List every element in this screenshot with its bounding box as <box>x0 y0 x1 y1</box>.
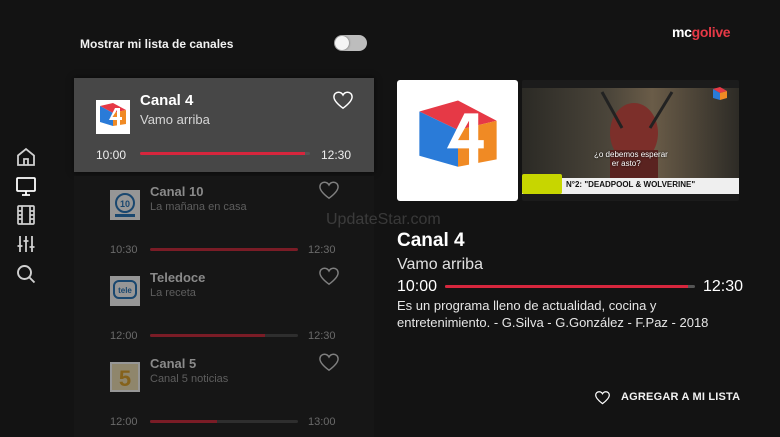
svg-text:tele: tele <box>118 286 132 295</box>
my-channels-toggle[interactable] <box>334 35 367 51</box>
channel-program: Vamo arriba <box>140 112 210 127</box>
program-progress-bar <box>150 334 298 337</box>
heart-icon[interactable] <box>318 180 340 200</box>
program-end-time: 12:30 <box>308 244 336 256</box>
channel-card[interactable]: Canal 4 Vamo arriba 10:00 12:30 <box>74 78 374 172</box>
heart-icon[interactable] <box>318 266 340 286</box>
channel-card[interactable]: tele Teledoce La receta 12:00 12:30 <box>74 262 374 356</box>
canal-4-logo <box>96 100 130 134</box>
channel-logo-large <box>397 80 518 201</box>
teledoce-logo: tele <box>110 276 140 306</box>
program-progress-bar <box>150 420 298 423</box>
add-to-list-label: AGREGAR A MI LISTA <box>621 391 741 403</box>
program-start-time: 12:00 <box>110 416 138 428</box>
channel-name: Teledoce <box>150 270 206 285</box>
progress-fill <box>150 334 266 337</box>
detail-progress-bar <box>445 285 695 288</box>
program-start-time: 10:30 <box>110 244 138 256</box>
program-start-time: 10:00 <box>96 148 127 162</box>
program-end-time: 12:30 <box>321 148 352 162</box>
preview-ticker-text: N°2: "DEADPOOL & WOLVERINE" <box>566 180 696 189</box>
canal-4-watermark-icon <box>712 86 728 102</box>
brand-logo: mcgolive <box>672 24 731 40</box>
heart-icon[interactable] <box>318 352 340 372</box>
canal-5-logo: 5 <box>110 362 140 392</box>
detail-program-name: Vamo arriba <box>397 256 483 273</box>
detail-progress-fill <box>445 285 688 288</box>
home-icon[interactable] <box>14 145 38 169</box>
channel-list: Canal 4 Vamo arriba 10:00 12:30 10 Canal… <box>74 78 374 437</box>
progress-fill <box>150 248 298 251</box>
progress-fill <box>140 152 305 155</box>
add-to-list-button[interactable]: AGREGAR A MI LISTA <box>594 387 740 407</box>
detail-start-time: 10:00 <box>397 278 438 295</box>
program-end-time: 12:30 <box>308 330 336 342</box>
svg-text:5: 5 <box>119 366 131 391</box>
sidebar-nav <box>0 0 52 437</box>
program-start-time: 12:00 <box>110 330 138 342</box>
brand-prefix: mc <box>672 24 692 40</box>
live-preview[interactable]: ¿o debemos esperar er asto? N°2: "DEADPO… <box>522 80 739 201</box>
preview-caption: ¿o debemos esperar er asto? <box>594 150 668 168</box>
watermark: UpdateStar.com <box>326 211 441 228</box>
film-icon[interactable] <box>14 203 38 227</box>
svg-text:10: 10 <box>120 199 130 209</box>
program-description: Es un programa lleno de actualidad, coci… <box>397 298 709 330</box>
program-progress-bar <box>150 248 298 251</box>
program-end-time: 13:00 <box>308 416 336 428</box>
toggle-knob <box>335 36 349 50</box>
detail-channel-name: Canal 4 <box>397 230 465 251</box>
canal-10-logo: 10 <box>110 190 140 220</box>
progress-fill <box>150 420 217 423</box>
channel-name: Canal 10 <box>150 184 204 199</box>
channel-program: La receta <box>150 287 196 299</box>
brand-suffix: golive <box>691 24 731 40</box>
channel-program: La mañana en casa <box>150 201 247 213</box>
sliders-icon[interactable] <box>14 232 38 256</box>
channel-name: Canal 4 <box>140 92 194 109</box>
detail-end-time: 12:30 <box>703 278 744 295</box>
preview-badge <box>522 174 562 194</box>
heart-icon <box>595 390 610 404</box>
tv-icon[interactable] <box>14 174 38 198</box>
search-icon[interactable] <box>14 262 38 286</box>
channel-card[interactable]: 5 Canal 5 Canal 5 noticias 12:00 13:00 <box>74 348 374 437</box>
toggle-label: Mostrar mi lista de canales <box>80 37 234 51</box>
program-progress-bar <box>140 152 310 155</box>
channel-program: Canal 5 noticias <box>150 373 229 385</box>
channel-name: Canal 5 <box>150 356 197 371</box>
heart-icon[interactable] <box>332 90 354 110</box>
